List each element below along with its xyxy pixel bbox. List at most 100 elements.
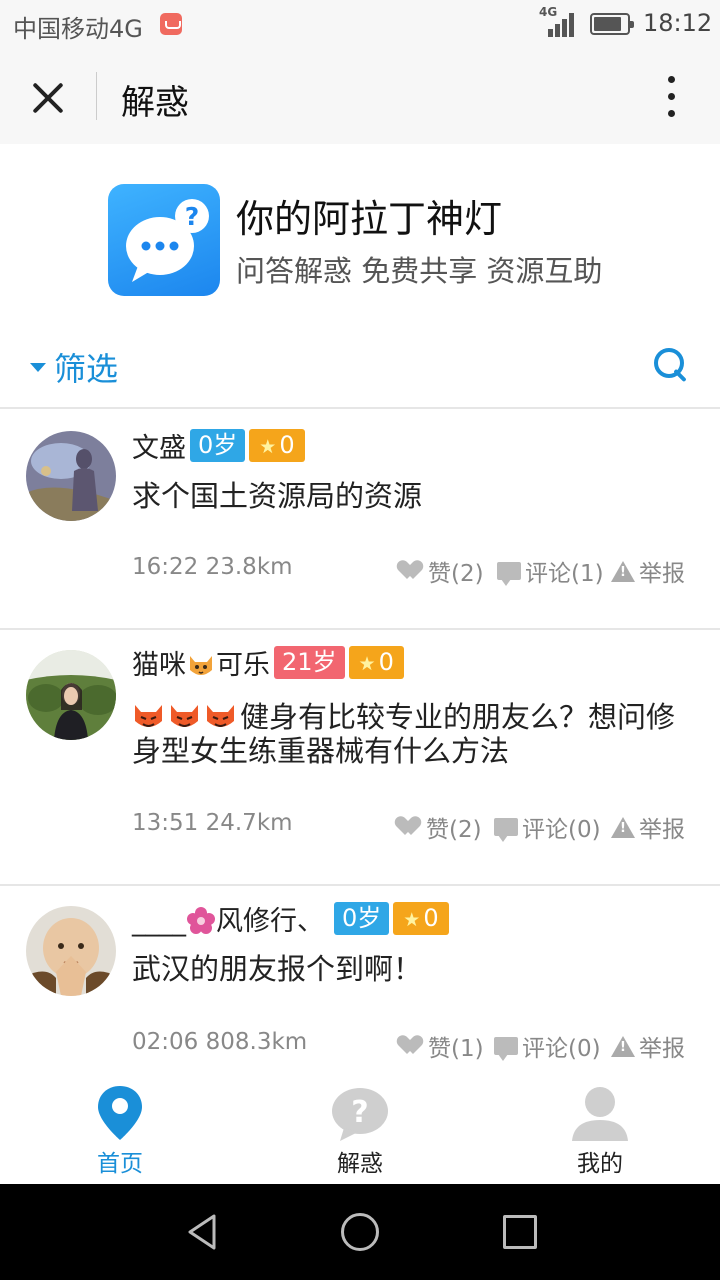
comment-button[interactable]: 评论(1) bbox=[497, 554, 604, 588]
post-distance: 23.8km bbox=[205, 554, 293, 580]
comment-button[interactable]: 评论(0) bbox=[494, 810, 601, 844]
post-time-distance: 16:22 23.8km bbox=[132, 554, 293, 580]
post-text[interactable]: 健身有比较专业的朋友么？想问修身型女生练重器械有什么方法 bbox=[132, 700, 692, 768]
report-button[interactable]: 举报 bbox=[611, 554, 685, 588]
comment-label: 评论(1) bbox=[525, 561, 604, 587]
svg-text:?: ? bbox=[351, 1095, 368, 1130]
user-name[interactable]: 文盛 bbox=[132, 426, 186, 465]
report-label: 举报 bbox=[639, 1036, 685, 1062]
like-button[interactable]: 赞(1) bbox=[402, 1029, 484, 1063]
bottom-tab-bar: 首页 ? 解惑 我的 bbox=[0, 1070, 720, 1184]
post-distance: 24.7km bbox=[205, 810, 293, 836]
devil-emoji-icon bbox=[171, 705, 198, 727]
close-icon[interactable] bbox=[26, 76, 70, 120]
carrier-name: 中国移动4G bbox=[13, 15, 143, 43]
app-slogan: 问答解惑 免费共享 资源互助 bbox=[236, 254, 603, 288]
comment-icon bbox=[497, 562, 521, 586]
avatar[interactable] bbox=[26, 431, 116, 521]
tab-me[interactable]: 我的 bbox=[540, 1070, 660, 1184]
recent-apps-square-icon[interactable] bbox=[503, 1215, 537, 1249]
search-icon[interactable] bbox=[652, 346, 692, 386]
tab-label: 我的 bbox=[577, 1151, 623, 1177]
status-bar: 中国移动4G 4G 18:12 bbox=[0, 0, 720, 50]
post-time: 16:22 bbox=[132, 554, 199, 580]
user-name-suffix: 风修行、 bbox=[216, 905, 324, 937]
like-button[interactable]: 赞(2) bbox=[400, 810, 482, 844]
app-name: 你的阿拉丁神灯 bbox=[236, 197, 503, 241]
warning-icon bbox=[611, 560, 635, 582]
post-text[interactable]: 求个国土资源局的资源 bbox=[132, 479, 692, 513]
heart-icon bbox=[402, 1036, 424, 1056]
status-time: 18:12 bbox=[643, 9, 713, 37]
comment-icon bbox=[494, 1037, 518, 1061]
star-count: 0 bbox=[279, 430, 295, 459]
filter-label: 筛选 bbox=[54, 350, 119, 388]
tab-label: 首页 bbox=[97, 1151, 143, 1177]
star-count: 0 bbox=[423, 903, 439, 932]
user-name-prefix: 猫咪 bbox=[132, 649, 186, 681]
flower-emoji-icon bbox=[187, 906, 215, 934]
heart-icon bbox=[402, 561, 424, 581]
user-name-prefix: ____ bbox=[132, 905, 186, 937]
age-badge: 0岁 bbox=[334, 901, 390, 935]
comment-label: 评论(0) bbox=[522, 817, 601, 843]
warning-icon bbox=[611, 1035, 635, 1057]
user-name[interactable]: ____ 风修行、 bbox=[132, 899, 324, 938]
tab-label: 解惑 bbox=[337, 1151, 383, 1177]
star-badge: ★ 0 bbox=[393, 901, 449, 935]
location-pin-icon bbox=[98, 1086, 142, 1140]
comment-button[interactable]: 评论(0) bbox=[494, 1029, 601, 1063]
post-item[interactable]: 猫咪 可乐 21岁 ★ 0 健身有比较专业的朋友么？想问修身型女生练重器械有什么方法… bbox=[0, 630, 720, 884]
devil-emoji-icon bbox=[207, 705, 234, 727]
report-button[interactable]: 举报 bbox=[611, 1029, 685, 1063]
chat-bubble-question-icon: ? bbox=[108, 184, 220, 296]
svg-text:?: ? bbox=[185, 202, 200, 231]
age-badge: 0岁 bbox=[190, 428, 246, 462]
post-time: 13:51 bbox=[132, 810, 199, 836]
star-icon: ★ bbox=[259, 435, 277, 458]
caret-down-icon bbox=[30, 362, 46, 372]
star-icon: ★ bbox=[358, 652, 376, 675]
more-vertical-icon[interactable] bbox=[660, 74, 684, 120]
back-triangle-icon[interactable] bbox=[184, 1212, 224, 1252]
devil-emoji-icon bbox=[135, 705, 162, 727]
like-label: 赞(2) bbox=[426, 817, 482, 843]
cat-emoji-icon bbox=[190, 655, 212, 675]
filter-button[interactable]: 筛选 bbox=[30, 344, 118, 390]
avatar[interactable] bbox=[26, 650, 116, 740]
like-label: 赞(2) bbox=[428, 561, 484, 587]
star-badge: ★ 0 bbox=[348, 645, 404, 679]
like-button[interactable]: 赞(2) bbox=[402, 554, 484, 588]
tab-home[interactable]: 首页 bbox=[60, 1070, 180, 1184]
report-label: 举报 bbox=[639, 561, 685, 587]
title-bar: 解惑 bbox=[0, 50, 720, 144]
battery-icon bbox=[590, 13, 634, 35]
report-label: 举报 bbox=[639, 817, 685, 843]
like-label: 赞(1) bbox=[428, 1036, 484, 1062]
post-distance: 808.3km bbox=[205, 1029, 308, 1055]
title-divider bbox=[96, 72, 97, 120]
question-bubble-icon: ? bbox=[332, 1088, 388, 1141]
report-button[interactable]: 举报 bbox=[611, 810, 685, 844]
post-time: 02:06 bbox=[132, 1029, 199, 1055]
user-name-suffix: 可乐 bbox=[216, 649, 270, 681]
user-name[interactable]: 猫咪 可乐 bbox=[132, 643, 270, 682]
signal-icon bbox=[548, 13, 578, 37]
user-icon bbox=[572, 1087, 628, 1141]
post-header: 猫咪 可乐 21岁 ★ 0 bbox=[132, 643, 404, 682]
comment-label: 评论(0) bbox=[522, 1036, 601, 1062]
post-text[interactable]: 武汉的朋友报个到啊！ bbox=[132, 952, 692, 986]
carrier-app-icon bbox=[160, 13, 182, 35]
star-badge: ★ 0 bbox=[249, 428, 305, 462]
page-title: 解惑 bbox=[121, 83, 189, 123]
star-icon: ★ bbox=[403, 908, 421, 931]
post-item[interactable]: ____ 风修行、 0岁 ★ 0 武汉的朋友报个到啊！ 02:06 808.3km … bbox=[0, 886, 720, 1070]
home-circle-icon[interactable] bbox=[341, 1213, 379, 1251]
warning-icon bbox=[611, 816, 635, 838]
battery-level bbox=[594, 17, 621, 31]
avatar[interactable] bbox=[26, 906, 116, 996]
post-header: ____ 风修行、 0岁 ★ 0 bbox=[132, 899, 449, 938]
post-item[interactable]: 文盛 0岁 ★ 0 求个国土资源局的资源 16:22 23.8km 赞(2) 评论… bbox=[0, 409, 720, 628]
age-badge: 21岁 bbox=[274, 645, 345, 679]
tab-jiehuo[interactable]: ? 解惑 bbox=[300, 1070, 420, 1184]
